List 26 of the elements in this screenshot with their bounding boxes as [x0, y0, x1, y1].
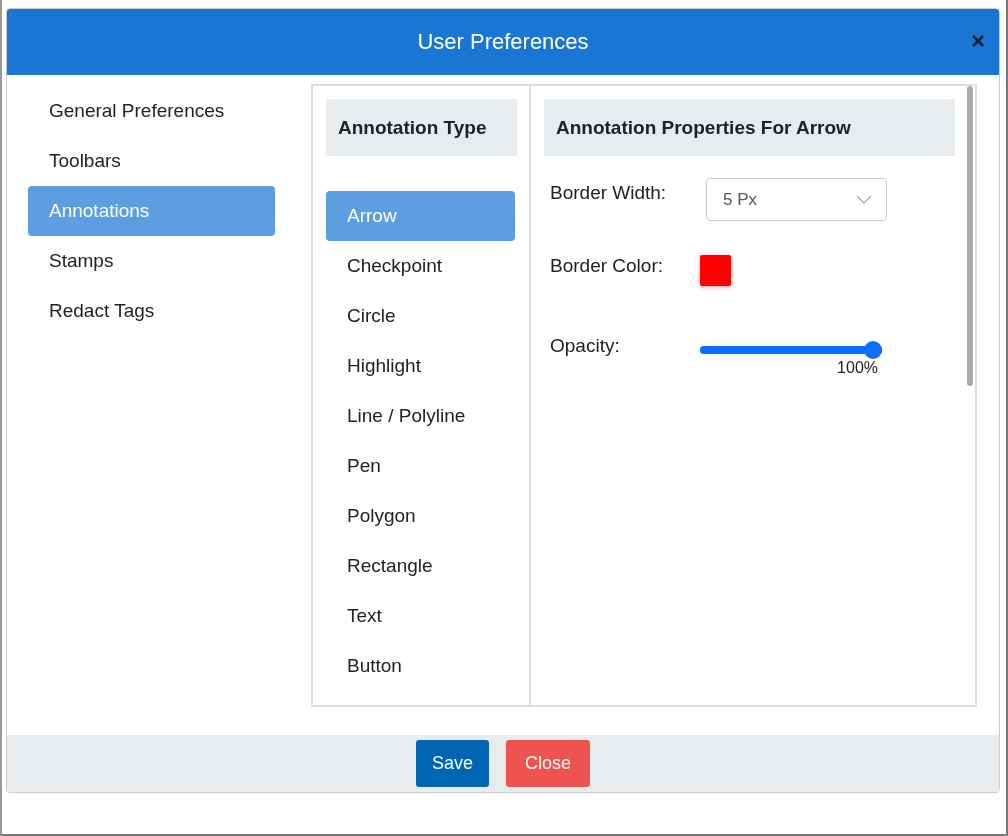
annotation-type-item[interactable]: Text: [326, 591, 515, 641]
column-heading: Annotation Properties For Arrow: [544, 99, 955, 156]
sidebar-item[interactable]: Redact Tags: [28, 286, 275, 336]
annotation-type-item[interactable]: Circle: [326, 291, 515, 341]
opacity-reading: 100%: [837, 359, 878, 377]
annotation-type-item[interactable]: Line / Polyline: [326, 391, 515, 441]
annotation-type-item[interactable]: Highlight: [326, 341, 515, 391]
annotation-type-item[interactable]: Polygon: [326, 491, 515, 541]
column-heading: Annotation Type: [326, 99, 517, 156]
property-label: Border Width:: [550, 181, 668, 204]
save-button[interactable]: Save: [415, 740, 489, 787]
border-width-select[interactable]: 5 Px: [706, 178, 887, 221]
sidebar-item[interactable]: Stamps: [28, 236, 275, 286]
property-label: Border Color:: [550, 254, 664, 277]
scrollbar[interactable]: [967, 86, 973, 386]
sidebar-item[interactable]: General Preferences: [28, 86, 275, 136]
annotation-type-item[interactable]: Rectangle: [326, 541, 515, 591]
color-swatch[interactable]: [700, 255, 731, 286]
annotation-type-item[interactable]: Pen: [326, 441, 515, 491]
annotation-type-item[interactable]: Button: [326, 641, 515, 691]
dialog-title: User Preferences: [417, 29, 589, 55]
sidebar-item[interactable]: Toolbars: [28, 136, 275, 186]
chevron-down-icon: [856, 195, 872, 204]
slider-thumb[interactable]: [864, 341, 882, 359]
property-label: Opacity:: [550, 334, 621, 357]
annotation-type-item[interactable]: Checkpoint: [326, 241, 515, 291]
